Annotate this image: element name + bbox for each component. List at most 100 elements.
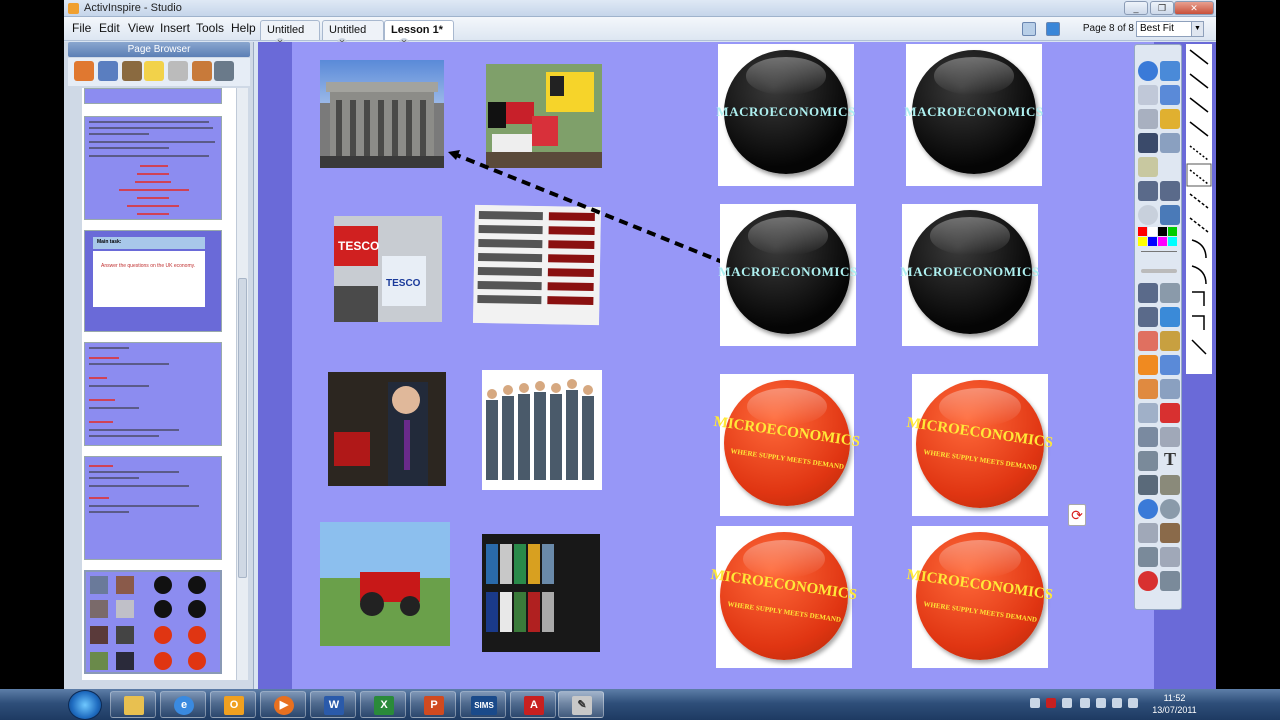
close-button[interactable]: ✕ [1174,1,1214,15]
budget-red-box-photo[interactable] [328,372,446,486]
workers-group-photo[interactable] [482,370,602,490]
select-arrow-icon[interactable] [1138,283,1158,303]
taskbar-outlook[interactable]: O [210,691,256,718]
minimize-button[interactable]: _ [1124,1,1148,15]
bank-of-england-photo[interactable] [320,60,444,168]
tray-arrow-icon[interactable] [1030,698,1040,708]
tab-untitled-1[interactable]: Untitled✕ [260,20,320,48]
macroeconomics-badge[interactable]: MACROECONOMICS [900,204,1039,346]
color-black[interactable] [1158,227,1167,236]
globe-icon[interactable] [1138,61,1158,81]
keyboard-icon[interactable] [1138,547,1158,567]
tray-alert-icon[interactable] [1046,698,1056,708]
spotlight-icon[interactable] [1138,475,1158,495]
screen-icon[interactable] [1160,85,1180,105]
page-thumbnail-2[interactable] [84,116,222,220]
pen-width-dots[interactable] [1141,251,1177,259]
macroeconomics-badge[interactable]: MACROECONOMICS [718,204,857,346]
color-magenta[interactable] [1158,237,1167,246]
rotate-handle-icon[interactable]: ⟳ [1068,504,1086,526]
notes-icon[interactable] [1138,109,1158,129]
tray-signal-icon[interactable] [1112,698,1122,708]
eraser-icon[interactable] [1138,331,1158,351]
menu-tools[interactable]: Tools [196,21,224,35]
color-cyan[interactable] [1168,237,1177,246]
tray-flag-icon[interactable] [1080,698,1090,708]
reset-icon[interactable] [1138,205,1158,225]
taskbar-excel[interactable]: X [360,691,406,718]
beer-cans-photo[interactable] [482,534,600,652]
page-thumbnail-4[interactable] [84,342,222,446]
menu-view[interactable]: View [128,21,154,35]
restore-button[interactable]: ❐ [1150,1,1174,15]
clock-icon[interactable] [1160,499,1180,519]
page-thumbnail-1[interactable] [84,88,222,104]
microeconomics-badge[interactable]: MICROECONOMICS WHERE SUPPLY MEETS DEMAND [713,374,861,516]
scrollbar-thumb[interactable] [238,278,247,578]
tractor-field-photo[interactable] [320,522,450,646]
taskbar-acrobat[interactable]: A [510,691,556,718]
menu-edit[interactable]: Edit [99,21,120,35]
library-icon[interactable] [122,61,142,81]
clear-icon[interactable] [1138,403,1158,423]
page-thumbnail-8[interactable] [84,570,222,674]
color-green[interactable] [1168,227,1177,236]
page-icon[interactable] [74,61,94,81]
taskbar-internet-explorer[interactable]: e [160,691,206,718]
line-style-icons[interactable] [1186,44,1212,374]
tools-icon[interactable] [1160,133,1180,153]
menu-help[interactable]: Help [231,21,256,35]
globe-icon[interactable] [1046,22,1060,36]
taskbar-powerpoint[interactable]: P [410,691,456,718]
menu-insert[interactable]: Insert [160,21,190,35]
color-red[interactable] [1138,227,1147,236]
taskbar-word[interactable]: W [310,691,356,718]
microeconomics-badge[interactable]: MICROECONOMICS WHERE SUPPLY MEETS DEMAND [906,526,1054,668]
print-icon[interactable] [1160,571,1180,591]
taskbar-sims[interactable]: SIMS [460,691,506,718]
text-icon[interactable] [1138,379,1158,399]
microeconomics-badge[interactable]: MICROECONOMICS WHERE SUPPLY MEETS DEMAND [710,526,858,668]
text-tool-icon[interactable]: T [1160,449,1180,469]
shape-icon[interactable] [1138,355,1158,375]
clipboard-icon[interactable] [1138,157,1158,177]
tray-volume-icon[interactable] [1128,698,1138,708]
tab-untitled-2[interactable]: Untitled✕ [322,20,384,48]
chevron-down-icon[interactable]: ▼ [1191,22,1203,36]
mode-icon[interactable] [1160,205,1180,225]
property-icon[interactable] [168,61,188,81]
fill-icon[interactable] [1160,331,1180,351]
browser-icon[interactable] [1160,61,1180,81]
page-view-icon[interactable] [1022,22,1036,36]
highlighter-icon[interactable] [1160,307,1180,327]
thumbnails-scrollbar[interactable] [236,88,248,680]
macroeconomics-badge[interactable]: MACROECONOMICS [904,44,1043,186]
start-button[interactable] [68,690,102,720]
calculator-icon[interactable] [1160,547,1180,567]
web-icon[interactable] [1138,499,1158,519]
pen-icon[interactable] [1160,109,1180,129]
magnify-icon[interactable] [1138,133,1158,153]
microeconomics-badge[interactable]: MICROECONOMICS WHERE SUPPLY MEETS DEMAND [906,374,1054,516]
refresh-icon[interactable] [1160,403,1180,423]
exit-icon[interactable] [1138,571,1158,591]
next-page-icon[interactable] [1160,181,1180,201]
color-blue[interactable] [1148,237,1157,246]
action-icon[interactable] [192,61,212,81]
connector-icon[interactable] [1160,355,1180,375]
color-yellow[interactable] [1138,237,1147,246]
tray-security-icon[interactable] [1096,698,1106,708]
ruler-icon[interactable] [1160,523,1180,543]
resource-icon[interactable] [98,61,118,81]
taskbar-explorer[interactable] [110,691,156,718]
camera-icon[interactable] [1160,475,1180,495]
compass-icon[interactable] [1138,523,1158,543]
scissors-icon[interactable] [1160,283,1180,303]
menu-file[interactable]: File [72,21,91,35]
edit-icon[interactable] [1138,451,1158,471]
color-white[interactable] [1148,227,1157,236]
macroeconomics-badge[interactable]: MACROECONOMICS [716,44,855,186]
prev-page-icon[interactable] [1138,181,1158,201]
system-clock[interactable]: 11:52 13/07/2011 [1147,692,1202,716]
dashed-connector-arrow[interactable] [442,142,732,272]
